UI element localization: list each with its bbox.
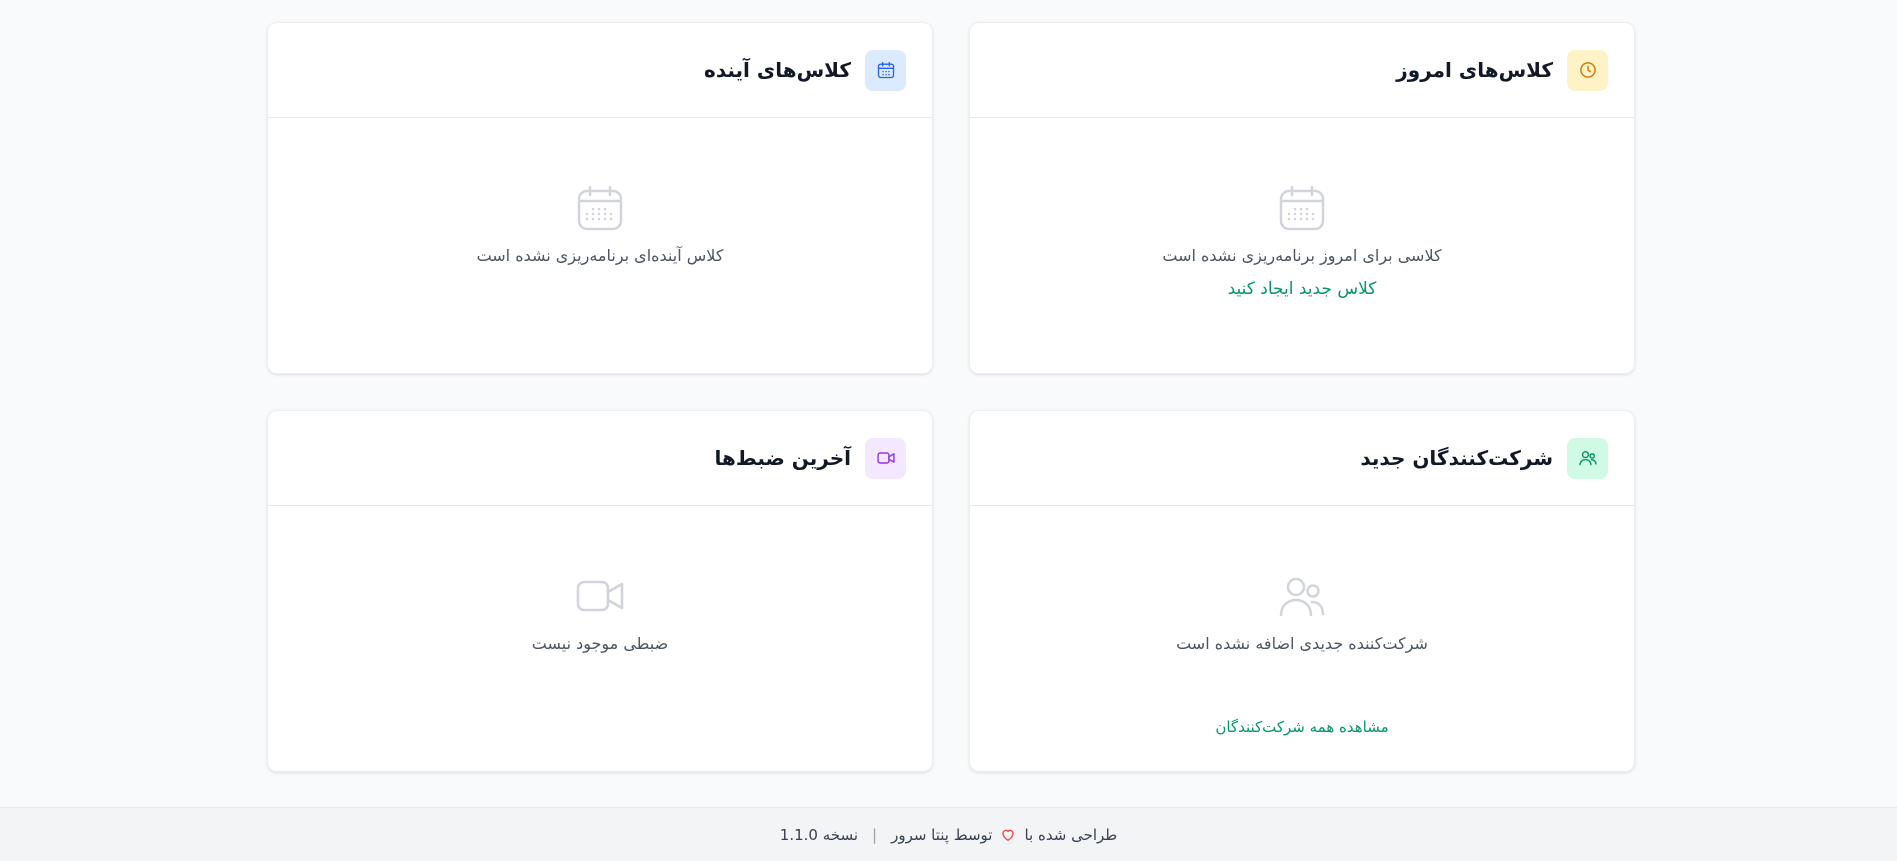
- card-title: شرکت‌کنندگان جدید: [1360, 446, 1553, 470]
- recent-recordings-card: آخرین ضبط‌ها ضبطی موجود نیست: [267, 410, 933, 772]
- card-title: آخرین ضبط‌ها: [714, 446, 851, 470]
- new-participants-card: شرکت‌کنندگان جدید شرکت‌کننده جدیدی اضافه…: [969, 410, 1635, 772]
- create-class-link[interactable]: کلاس جدید ایجاد کنید: [1228, 279, 1377, 299]
- users-icon: [1567, 437, 1608, 479]
- card-body: شرکت‌کننده جدیدی اضافه نشده است مشاهده ه…: [970, 506, 1634, 771]
- empty-state-text: ضبطی موجود نیست: [531, 634, 669, 653]
- card-body: کلاسی برای امروز برنامه‌ریزی نشده است کل…: [970, 118, 1634, 373]
- users-empty-icon: [1279, 577, 1325, 617]
- empty-state-text: کلاس آینده‌ای برنامه‌ریزی نشده است: [476, 246, 724, 265]
- card-header: کلاس‌های امروز: [970, 23, 1634, 118]
- footer-designed-with: طراحی شده با: [1024, 825, 1118, 844]
- calendar-icon: [865, 49, 906, 91]
- today-classes-card: کلاس‌های امروز کلاسی برای امروز برنامه‌ر…: [969, 22, 1635, 374]
- upcoming-classes-card: کلاس‌های آینده کلاس آینده‌ای برنامه‌ریزی…: [267, 22, 933, 374]
- empty-state-text: شرکت‌کننده جدیدی اضافه نشده است: [1176, 634, 1428, 653]
- dashboard-main: کلاس‌های امروز کلاسی برای امروز برنامه‌ر…: [0, 0, 1897, 807]
- card-title: کلاس‌های آینده: [704, 58, 851, 82]
- card-header: شرکت‌کنندگان جدید: [970, 411, 1634, 506]
- footer-by-text: توسط پنتا سرور: [891, 825, 993, 844]
- footer: طراحی شده با توسط پنتا سرور | نسخه 1.1.0: [0, 807, 1897, 861]
- clock-icon: [1567, 49, 1608, 91]
- view-all-participants-link[interactable]: مشاهده همه شرکت‌کنندگان: [970, 718, 1634, 736]
- calendar-empty-icon: [577, 185, 623, 231]
- video-icon: [865, 437, 906, 479]
- empty-state-text: کلاسی برای امروز برنامه‌ریزی نشده است: [1162, 246, 1442, 265]
- calendar-empty-icon: [1279, 185, 1325, 231]
- heart-icon: [1002, 829, 1015, 841]
- card-header: آخرین ضبط‌ها: [268, 411, 932, 506]
- card-body: ضبطی موجود نیست: [268, 506, 932, 771]
- card-header: کلاس‌های آینده: [268, 23, 932, 118]
- video-empty-icon: [576, 580, 624, 612]
- card-title: کلاس‌های امروز: [1396, 58, 1553, 82]
- card-body: کلاس آینده‌ای برنامه‌ریزی نشده است: [268, 118, 932, 373]
- footer-separator: |: [872, 825, 878, 844]
- footer-version: نسخه 1.1.0: [779, 825, 859, 844]
